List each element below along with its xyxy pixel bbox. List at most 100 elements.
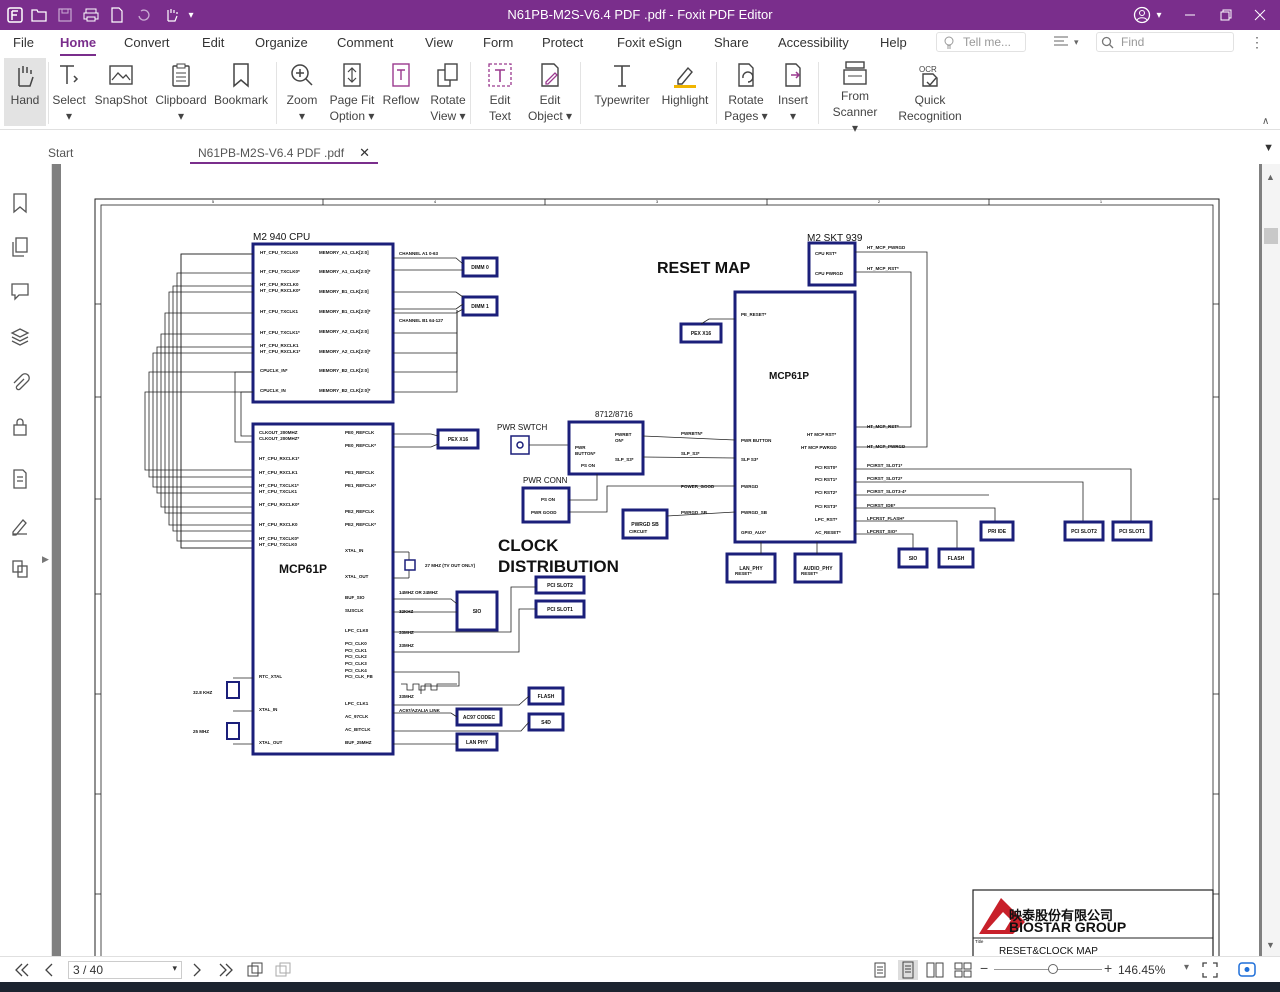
find-input[interactable]: Find — [1096, 32, 1234, 52]
foxit-assistant-icon[interactable] — [1238, 961, 1256, 979]
close-tab-icon[interactable]: ✕ — [359, 145, 370, 161]
ribbon-button-select[interactable]: Select ▾ — [52, 58, 86, 126]
clock-pin-label: HT_CPU_TXCLK0 — [259, 542, 298, 547]
next-page-icon[interactable] — [192, 963, 202, 977]
layers-panel-icon[interactable] — [10, 326, 30, 348]
close-button[interactable] — [1248, 3, 1272, 27]
zoom-out-button[interactable]: − — [980, 960, 988, 976]
zoom-in-button[interactable]: + — [1104, 960, 1112, 976]
ribbon-button-insert[interactable]: Insert ▾ — [772, 58, 814, 126]
continuous-page-icon[interactable] — [898, 960, 918, 980]
scroll-down-icon[interactable]: ▼ — [1266, 940, 1275, 950]
vertical-scrollbar[interactable]: ▲ ▼ — [1262, 164, 1280, 956]
ribbon-label-line2: Recognition — [898, 109, 962, 123]
ribbon-button-ocr[interactable]: OCR Quick Recognition — [898, 58, 962, 126]
menu-convert[interactable]: Convert — [124, 35, 170, 50]
ribbon-button-typewriter[interactable]: Typewriter — [590, 58, 654, 126]
menu-protect[interactable]: Protect — [542, 35, 583, 50]
signature-panel-icon[interactable] — [10, 514, 30, 536]
pwr-conn-block — [521, 486, 571, 524]
zoom-value[interactable]: 146.45% — [1118, 963, 1165, 977]
pin-label: PS ON — [541, 497, 555, 502]
next-view-icon[interactable] — [274, 961, 292, 979]
menu-organize[interactable]: Organize — [255, 35, 308, 50]
ribbon-button-edit-object[interactable]: Edit Object ▾ — [526, 58, 574, 126]
scroll-thumb[interactable] — [1264, 228, 1278, 244]
cpu-pin-label: CPUCLK_IN — [260, 388, 286, 393]
tab-start[interactable]: Start — [40, 140, 190, 164]
menu-foxit-esign[interactable]: Foxit eSign — [617, 35, 682, 50]
ribbon-button-page-fit[interactable]: Page Fit Option ▾ — [326, 58, 378, 126]
clock-pin-label: HT_CPU_RXCLK0* — [259, 502, 300, 507]
continuous-facing-icon[interactable] — [954, 962, 972, 978]
menu-form[interactable]: Form — [483, 35, 513, 50]
ribbon-button-rotate-view[interactable]: Rotate View ▾ — [426, 58, 470, 126]
zoom-dropdown-icon[interactable]: ▾ — [1184, 962, 1189, 973]
fullscreen-icon[interactable] — [1202, 962, 1218, 978]
pin-label: PWRGD — [741, 484, 759, 489]
ribbon-button-hand[interactable]: Hand — [4, 58, 46, 126]
more-options-icon[interactable]: ⋮ — [1250, 34, 1264, 51]
comments-panel-icon[interactable] — [10, 280, 30, 302]
page-dropdown-icon[interactable]: ▾ — [172, 963, 177, 974]
wire — [164, 312, 253, 514]
menu-view[interactable]: View — [425, 35, 453, 50]
facing-page-icon[interactable] — [926, 962, 944, 978]
menu-accessibility[interactable]: Accessibility — [778, 35, 849, 50]
document-view[interactable]: 5 4 3 2 1 M2 940 CPU HT_CPU_TXCLK0 HT_CPU_TXCLK… — [52, 164, 1262, 956]
minimize-button[interactable] — [1178, 3, 1202, 27]
ribbon-collapse-icon[interactable]: ∧ — [1262, 116, 1269, 127]
ribbon-button-edit-text[interactable]: Edit Text — [480, 58, 520, 126]
ribbon-button-clipboard[interactable]: Clipboard ▾ — [154, 58, 208, 126]
attachments-panel-icon[interactable] — [10, 372, 30, 394]
zoom-slider-thumb[interactable] — [1048, 964, 1058, 974]
tell-me-placeholder: Tell me... — [963, 35, 1012, 49]
menu-help[interactable]: Help — [880, 35, 907, 50]
content-panel-icon[interactable] — [10, 468, 30, 490]
pin-label: PCI RST0* — [815, 465, 837, 470]
clock-pin-label: PE1_REFCLK — [345, 470, 375, 475]
single-page-icon[interactable] — [872, 962, 888, 978]
page-number-input[interactable]: 3 / 40 ▾ — [68, 961, 182, 979]
display-mode-icon[interactable]: ▾ — [1052, 34, 1082, 50]
ribbon-button-rotate-pages[interactable]: Rotate Pages ▾ — [722, 58, 770, 126]
tab-list-icon[interactable]: ▼ — [1263, 142, 1274, 154]
ribbon-button-reflow[interactable]: Reflow — [380, 58, 422, 126]
menu-edit[interactable]: Edit — [202, 35, 224, 50]
clock-pin-label: HT_CPU_RXCLK1* — [259, 456, 300, 461]
compare-panel-icon[interactable] — [10, 558, 30, 580]
s4d-clock-block-label: S4D — [541, 720, 551, 726]
ribbon-label: Reflow — [382, 93, 420, 107]
ribbon-label: Select — [52, 93, 86, 107]
previous-view-icon[interactable] — [246, 961, 264, 979]
first-page-icon[interactable] — [14, 963, 30, 977]
security-panel-icon[interactable] — [10, 416, 30, 438]
menu-file[interactable]: File — [13, 35, 34, 50]
ribbon-button-highlight[interactable]: Highlight — [658, 58, 712, 126]
bookmark-panel-icon[interactable] — [10, 192, 30, 214]
previous-page-icon[interactable] — [44, 963, 54, 977]
menu-home[interactable]: Home — [60, 35, 97, 56]
sidebar-expand-icon[interactable]: ▶ — [42, 554, 49, 565]
ribbon-button-scanner[interactable]: From Scanner ▾ — [830, 58, 880, 135]
tab-document-label: N61PB-M2S-V6.4 PDF .pdf — [198, 146, 345, 160]
account-icon[interactable] — [1130, 3, 1154, 27]
pages-panel-icon[interactable] — [10, 236, 30, 258]
ribbon-button-zoom[interactable]: Zoom ▾ — [284, 58, 320, 126]
document-tab-bar: Start N61PB-M2S-V6.4 PDF .pdf ✕ ▼ — [0, 140, 1280, 164]
cpu-pin-label: MEMORY_A1_CLK[2:0] — [319, 250, 369, 255]
pin-label: HT MCP PWRGD — [801, 445, 837, 450]
pin-label: PWR BUTTON — [741, 438, 771, 443]
scroll-up-icon[interactable]: ▲ — [1266, 172, 1275, 182]
menu-share[interactable]: Share — [714, 35, 749, 50]
account-dropdown-icon[interactable]: ▾ — [1152, 3, 1166, 27]
ribbon-button-snapshot[interactable]: SnapShot — [92, 58, 150, 126]
tell-me-input[interactable]: Tell me... — [936, 32, 1026, 52]
menu-comment[interactable]: Comment — [337, 35, 393, 50]
tab-document[interactable]: N61PB-M2S-V6.4 PDF .pdf ✕ — [190, 140, 378, 164]
last-page-icon[interactable] — [218, 963, 234, 977]
title-block-label: Title — [975, 939, 984, 944]
restore-button[interactable] — [1214, 3, 1238, 27]
ribbon-button-bookmark[interactable]: Bookmark — [212, 58, 270, 126]
ruler-number: 1 — [1100, 199, 1103, 204]
